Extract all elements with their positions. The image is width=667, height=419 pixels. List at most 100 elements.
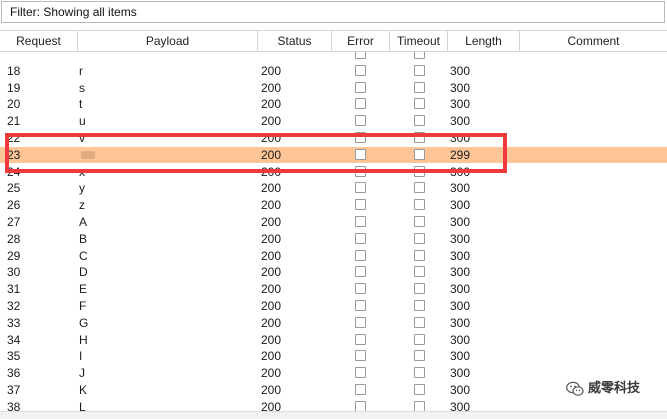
request-number: 31 [7,282,21,297]
table-row[interactable]: 24 x 200 300 [0,164,667,180]
error-checkbox [355,148,366,160]
filter-bar[interactable]: Filter: Showing all items [1,1,665,23]
table-row[interactable]: 28 B 200 300 [0,231,667,247]
error-cell [355,231,367,247]
request-number: 26 [7,198,21,213]
response-length: 300 [450,231,471,246]
response-length: 300 [450,164,471,179]
table-row[interactable]: 29 C 200 300 [0,248,667,264]
request-number: 23 [7,147,21,162]
response-length: 300 [450,215,471,229]
request-number: 34 [7,332,21,347]
payload-value: J [79,366,85,381]
timeout-cell [414,180,426,196]
error-checkbox [355,64,366,76]
status-code: 200 [261,147,282,162]
response-length [450,52,510,62]
column-header-comment[interactable]: Comment [520,31,667,52]
table-row[interactable]: 30 D 200 300 [0,264,667,280]
table-body: 18 r 200 300 19 s 200 300 20 t 200 300 21 u 200 300 22 v 2… [0,52,667,419]
request-number: 22 [7,131,21,145]
request-number: 35 [7,349,21,364]
timeout-cell [414,164,426,180]
error-checkbox [355,249,366,261]
error-cell [355,281,367,297]
status-code: 200 [261,231,282,246]
column-header-status[interactable]: Status [258,31,332,52]
table-row[interactable]: 22 v 200 300 [0,130,667,146]
timeout-checkbox [414,216,425,227]
response-length: 300 [450,248,471,263]
table-row[interactable]: 36 J 200 300 [0,365,667,381]
column-header-error[interactable]: Error [332,31,390,52]
timeout-checkbox [414,81,425,93]
status-code: 200 [261,265,282,280]
table-row[interactable]: 34 H 200 300 [0,332,667,348]
table-row[interactable]: 20 t 200 300 [0,96,667,112]
payload-value: z [79,198,85,213]
table-row[interactable]: 18 r 200 300 [0,63,667,79]
table-row[interactable] [0,52,667,62]
error-checkbox [355,98,366,110]
request-number: 33 [7,315,21,330]
error-checkbox [355,81,366,93]
table-row[interactable]: 19 s 200 300 [0,80,667,96]
payload-value: y [79,181,85,196]
error-cell [355,96,367,112]
timeout-checkbox [414,316,425,328]
status-code: 200 [261,349,282,364]
timeout-cell [414,113,426,129]
error-checkbox [355,199,366,211]
payload-value: I [79,349,83,364]
timeout-checkbox [414,182,425,194]
column-header-timeout[interactable]: Timeout [390,31,448,52]
table-row[interactable]: 21 u 200 300 [0,113,667,129]
request-number: 25 [7,181,21,196]
table-row[interactable]: 32 F 200 300 [0,298,667,314]
table-row[interactable]: 26 z 200 300 [0,197,667,213]
column-header-payload[interactable]: Payload [78,31,258,52]
timeout-checkbox [414,384,425,395]
error-cell [355,264,367,280]
status-code: 200 [261,97,282,112]
status-code: 200 [261,366,282,381]
table-row[interactable]: 25 y 200 300 [0,180,667,196]
error-checkbox [355,216,366,227]
response-length: 300 [450,131,471,145]
request-number: 18 [7,63,21,78]
table-row[interactable]: 27 A 200 300 [0,214,667,230]
request-number: 27 [7,215,21,229]
error-cell [355,365,367,381]
column-header-request[interactable]: Request [0,31,78,52]
horizontal-scrollbar[interactable] [0,411,667,419]
payload-value: u [79,114,86,129]
error-cell [355,348,367,364]
table-row[interactable]: 33 G 200 300 [0,315,667,331]
error-cell [355,332,367,348]
request-number: 24 [7,164,21,179]
timeout-cell [414,298,426,314]
table-row[interactable]: 23 200 299 [0,146,667,163]
request-number: 37 [7,383,21,397]
payload-value: F [79,299,87,313]
response-length: 300 [450,282,471,297]
error-cell [355,214,367,230]
request-number: 29 [7,248,21,263]
error-checkbox [355,115,366,127]
timeout-cell [414,315,426,331]
request-number: 19 [7,80,21,95]
request-number: 30 [7,265,21,280]
response-length: 300 [450,332,471,347]
timeout-checkbox [414,52,425,59]
timeout-checkbox [414,333,425,345]
response-length: 300 [450,114,471,129]
payload-value [79,52,179,62]
timeout-checkbox [414,115,425,127]
column-header-length[interactable]: Length [448,31,520,52]
filter-label: Filter: Showing all items [10,5,137,19]
table-row[interactable]: 31 E 200 300 [0,281,667,297]
status-code: 200 [261,63,282,78]
payload-value: s [79,80,85,95]
table-row[interactable]: 35 I 200 300 [0,348,667,364]
response-length: 300 [450,80,471,95]
